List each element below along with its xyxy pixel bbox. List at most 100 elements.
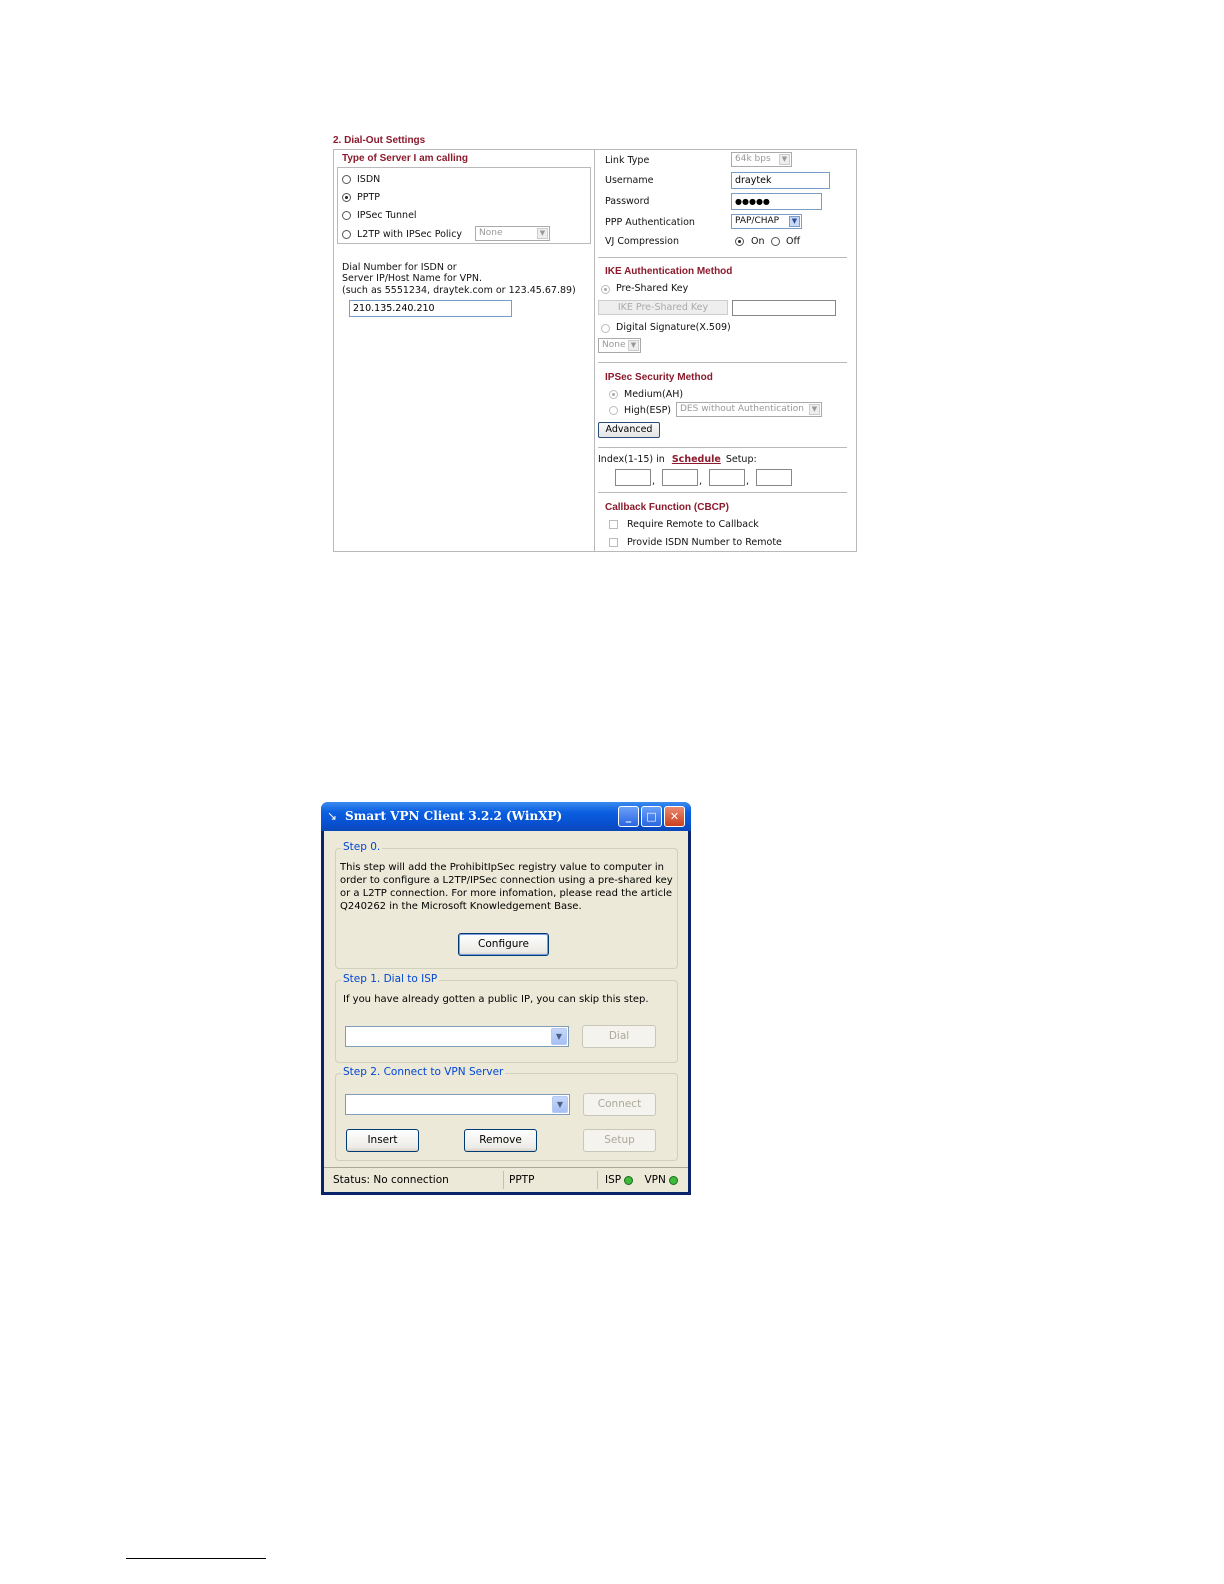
app-icon: ↘ <box>327 809 338 823</box>
step1-title: Step 1. Dial to ISP <box>341 973 440 985</box>
chevron-down-icon: ▼ <box>789 216 800 227</box>
checkbox-provide-isdn-label: Provide ISDN Number to Remote <box>627 537 782 548</box>
step0-description: This step will add the ProhibitIpSec reg… <box>340 862 673 912</box>
radio-high-esp-label: High(ESP) <box>624 405 672 416</box>
radio-l2tp[interactable] <box>342 230 351 239</box>
insert-button[interactable]: Insert <box>346 1129 419 1152</box>
digital-signature-select[interactable]: None ▼ <box>598 338 641 353</box>
radio-vj-off[interactable] <box>771 237 780 246</box>
connect-button[interactable]: Connect <box>583 1093 656 1116</box>
dial-number-help-3: (such as 5551234, draytek.com or 123.45.… <box>342 285 576 296</box>
link-type-value: 64k bps <box>735 154 771 164</box>
radio-medium-ah[interactable] <box>609 390 618 399</box>
radio-medium-ah-label: Medium(AH) <box>624 389 684 400</box>
schedule-label: Index(1-15) in Schedule Setup: <box>598 454 757 465</box>
dial-button[interactable]: Dial <box>582 1025 656 1048</box>
username-label: Username <box>605 175 654 186</box>
radio-pre-shared-key-label: Pre-Shared Key <box>616 283 689 294</box>
status-indicators: ISP VPN <box>598 1171 688 1189</box>
radio-ipsec-tunnel-label: IPSec Tunnel <box>357 210 417 221</box>
digital-signature-value: None <box>602 340 626 350</box>
schedule-sep: , <box>652 476 656 487</box>
callback-title: Callback Function (CBCP) <box>605 502 729 513</box>
ppp-auth-select[interactable]: PAP/CHAP ▼ <box>731 214 802 229</box>
schedule-sep: , <box>746 476 750 487</box>
radio-pptp[interactable] <box>342 193 351 202</box>
schedule-suffix: Setup: <box>725 454 757 465</box>
ppp-auth-value: PAP/CHAP <box>735 216 780 226</box>
vpn-profile-select[interactable]: ▼ <box>345 1094 570 1115</box>
chevron-down-icon: ▼ <box>628 340 639 351</box>
schedule-index-3[interactable] <box>709 469 745 486</box>
radio-high-esp[interactable] <box>609 406 618 415</box>
password-input[interactable]: ●●●●● <box>731 193 822 210</box>
maximize-icon[interactable]: □ <box>641 806 662 827</box>
isp-label: ISP <box>605 1174 622 1186</box>
chevron-down-icon: ▼ <box>552 1096 568 1113</box>
ike-psk-button[interactable]: IKE Pre-Shared Key <box>598 300 728 315</box>
close-icon[interactable]: ✕ <box>664 806 685 827</box>
radio-vj-off-label: Off <box>786 236 801 247</box>
radio-ipsec-tunnel[interactable] <box>342 211 351 220</box>
isp-connection-select[interactable]: ▼ <box>345 1026 569 1047</box>
step0-title: Step 0. <box>341 841 383 853</box>
advanced-button[interactable]: Advanced <box>598 422 660 438</box>
window-body: Step 0. This step will add the ProhibitI… <box>324 831 688 1192</box>
ike-title: IKE Authentication Method <box>605 266 733 277</box>
radio-vj-on-label: On <box>751 236 765 247</box>
status-bar: Status: No connection PPTP ISP VPN <box>324 1167 688 1192</box>
radio-isdn[interactable] <box>342 175 351 184</box>
server-type-title: Type of Server I am calling <box>342 153 468 164</box>
chevron-down-icon: ▼ <box>537 228 548 239</box>
schedule-sep: , <box>699 476 703 487</box>
setup-button[interactable]: Setup <box>583 1129 656 1152</box>
status-text: Status: No connection <box>326 1171 504 1189</box>
divider <box>598 492 847 493</box>
ike-psk-input[interactable] <box>732 300 836 316</box>
radio-pptp-label: PPTP <box>357 192 380 203</box>
remove-button[interactable]: Remove <box>464 1129 537 1152</box>
step2-title: Step 2. Connect to VPN Server <box>341 1066 506 1078</box>
schedule-index-4[interactable] <box>756 469 792 486</box>
schedule-link[interactable]: Schedule <box>672 454 721 465</box>
radio-pre-shared-key[interactable] <box>601 285 610 294</box>
protocol-text: PPTP <box>502 1171 598 1189</box>
checkbox-require-callback-label: Require Remote to Callback <box>627 519 759 530</box>
column-divider <box>594 149 595 552</box>
vpn-status-led-icon <box>668 1175 678 1185</box>
ppp-auth-label: PPP Authentication <box>605 217 695 228</box>
radio-vj-on[interactable] <box>735 237 744 246</box>
radio-digital-signature[interactable] <box>601 324 610 333</box>
dial-number-input[interactable]: 210.135.240.210 <box>349 300 512 317</box>
chevron-down-icon: ▼ <box>551 1028 567 1045</box>
username-input[interactable]: draytek <box>731 172 830 189</box>
ipsec-title: IPSec Security Method <box>605 372 713 383</box>
link-type-select[interactable]: 64k bps ▼ <box>731 152 792 167</box>
schedule-index-1[interactable] <box>615 469 651 486</box>
link-type-label: Link Type <box>605 155 650 166</box>
schedule-prefix: Index(1-15) in <box>598 454 665 465</box>
checkbox-provide-isdn[interactable] <box>609 538 618 547</box>
divider <box>598 447 847 448</box>
dial-number-help-1: Dial Number for ISDN or <box>342 262 457 273</box>
minimize-icon[interactable]: _ <box>618 806 639 827</box>
radio-isdn-label: ISDN <box>357 174 381 185</box>
step1-description: If you have already gotten a public IP, … <box>343 994 649 1005</box>
schedule-index-2[interactable] <box>662 469 698 486</box>
checkbox-require-callback[interactable] <box>609 520 618 529</box>
l2tp-policy-select[interactable]: None ▼ <box>475 226 550 241</box>
esp-method-value: DES without Authentication <box>680 404 804 414</box>
section-title: 2. Dial-Out Settings <box>333 135 426 146</box>
isp-status-led-icon <box>624 1175 634 1185</box>
title-bar[interactable]: ↘ Smart VPN Client 3.2.2 (WinXP) _ □ ✕ <box>321 802 691 831</box>
radio-l2tp-label: L2TP with IPSec Policy <box>357 229 463 240</box>
vpn-client-window: ↘ Smart VPN Client 3.2.2 (WinXP) _ □ ✕ S… <box>321 802 691 1195</box>
footnote-rule <box>126 1558 266 1559</box>
chevron-down-icon: ▼ <box>809 404 820 415</box>
l2tp-policy-value: None <box>479 228 503 238</box>
divider <box>598 257 847 258</box>
window-title: Smart VPN Client 3.2.2 (WinXP) <box>345 809 563 823</box>
chevron-down-icon: ▼ <box>779 154 790 165</box>
configure-button[interactable]: Configure <box>458 933 549 956</box>
esp-method-select[interactable]: DES without Authentication ▼ <box>676 402 822 417</box>
